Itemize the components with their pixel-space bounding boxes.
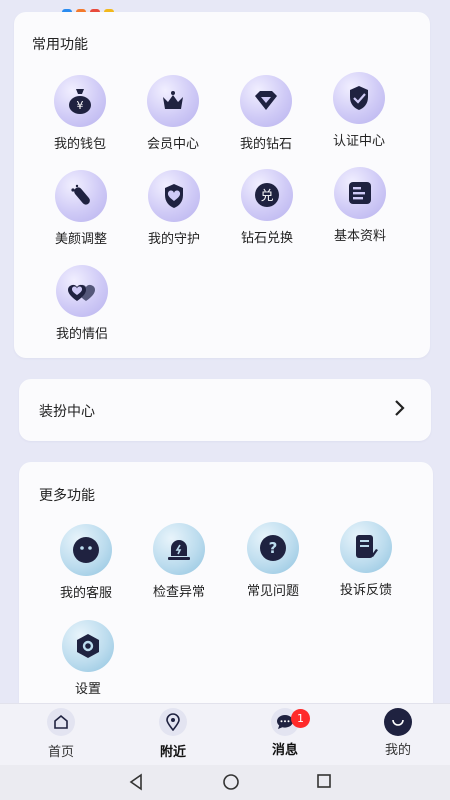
grid-item-label: 认证中心 — [332, 134, 385, 149]
grid-item-couple[interactable]: 我的情侣 — [37, 265, 127, 342]
feedback-edit-icon — [340, 521, 392, 573]
home-circle-icon[interactable] — [222, 773, 240, 791]
dress-center-label: 装扮中心 — [39, 404, 95, 420]
svg-text:?: ? — [269, 539, 278, 557]
system-nav-bar — [0, 765, 450, 800]
svg-text:兑: 兑 — [260, 189, 273, 204]
grid-item-customer-service[interactable]: 我的客服 — [41, 524, 131, 601]
grid-item-label: 投诉反馈 — [339, 583, 392, 598]
location-pin-icon — [159, 708, 187, 736]
money-bag-icon: ¥ — [54, 75, 106, 127]
common-functions-card: 常用功能 ¥ 我的钱包 会员中心 我的钻石 认证中心 美颜调整 我的守护 兑 钻… — [14, 12, 430, 358]
section-title: 更多功能 — [39, 488, 95, 504]
grid-item-vip[interactable]: 会员中心 — [128, 75, 218, 152]
tab-label: 我的 — [384, 743, 411, 758]
grid-item-label: 我的守护 — [147, 232, 200, 247]
tab-home[interactable]: 首页 — [26, 708, 96, 760]
back-triangle-icon[interactable] — [128, 773, 144, 791]
grid-item-certification[interactable]: 认证中心 — [314, 72, 404, 149]
svg-text:¥: ¥ — [77, 99, 84, 112]
grid-item-label: 检查异常 — [152, 585, 205, 600]
exchange-icon: 兑 — [241, 169, 293, 221]
tab-label: 附近 — [159, 745, 186, 760]
grid-item-label: 我的钱包 — [53, 137, 106, 152]
grid-item-check-abnormal[interactable]: 检查异常 — [134, 523, 224, 600]
hearts-icon — [56, 265, 108, 317]
alarm-icon — [153, 523, 205, 575]
shield-check-icon — [333, 72, 385, 124]
grid-item-basic-info[interactable]: 基本资料 — [315, 167, 405, 244]
profile-doc-icon — [334, 167, 386, 219]
grid-item-diamond[interactable]: 我的钻石 — [221, 75, 311, 152]
magic-pen-icon — [55, 170, 107, 222]
grid-item-label: 我的钻石 — [239, 137, 292, 152]
settings-hex-icon — [62, 620, 114, 672]
chevron-right-icon — [395, 400, 405, 416]
question-icon: ? — [247, 522, 299, 574]
grid-item-beauty[interactable]: 美颜调整 — [36, 170, 126, 247]
bottom-tab-bar: 首页 附近 1 消息 我的 — [0, 703, 450, 765]
chat-bot-icon — [60, 524, 112, 576]
grid-item-label: 我的客服 — [59, 586, 112, 601]
grid-item-label: 会员中心 — [146, 137, 199, 152]
grid-item-label: 我的情侣 — [55, 327, 108, 342]
shield-heart-icon — [148, 170, 200, 222]
tab-messages[interactable]: 1 消息 — [250, 708, 320, 758]
unread-badge: 1 — [291, 709, 310, 728]
grid-item-wallet[interactable]: ¥ 我的钱包 — [35, 75, 125, 152]
tab-mine[interactable]: 我的 — [363, 708, 433, 758]
crown-icon — [147, 75, 199, 127]
tab-label: 首页 — [47, 745, 74, 760]
grid-item-settings[interactable]: 设置 — [43, 620, 133, 697]
tab-nearby[interactable]: 附近 — [138, 708, 208, 760]
more-functions-card: 更多功能 我的客服 检查异常 ? 常见问题 投诉反馈 设置 — [19, 462, 433, 722]
section-title: 常用功能 — [32, 37, 88, 53]
tab-label: 消息 — [271, 743, 298, 758]
home-icon — [47, 708, 75, 736]
grid-item-faq[interactable]: ? 常见问题 — [228, 522, 318, 599]
dress-center-row[interactable]: 装扮中心 — [19, 379, 431, 441]
grid-item-guard[interactable]: 我的守护 — [129, 170, 219, 247]
avatar-icon — [384, 708, 412, 736]
recents-square-icon[interactable] — [316, 773, 332, 789]
grid-item-label: 美颜调整 — [54, 232, 107, 247]
diamond-icon — [240, 75, 292, 127]
grid-item-label: 常见问题 — [246, 584, 299, 599]
grid-item-diamond-exchange[interactable]: 兑 钻石兑换 — [222, 169, 312, 246]
grid-item-label: 基本资料 — [333, 229, 386, 244]
grid-item-label: 钻石兑换 — [240, 231, 293, 246]
grid-item-label: 设置 — [74, 682, 101, 697]
grid-item-complaint[interactable]: 投诉反馈 — [321, 521, 411, 598]
